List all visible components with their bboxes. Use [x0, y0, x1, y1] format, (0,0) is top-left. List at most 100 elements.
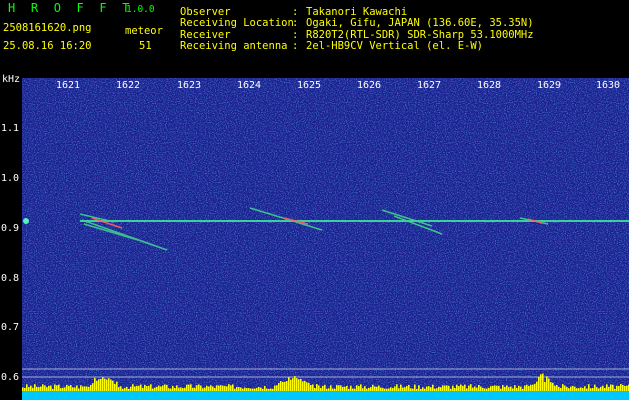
activity-bar	[536, 381, 538, 391]
activity-bar	[126, 386, 128, 391]
activity-bar	[140, 384, 142, 391]
field-value-location: Ogaki, Gifu, JAPAN (136.60E, 35.35N)	[306, 17, 534, 29]
x-tick-label: 1627	[416, 80, 442, 91]
activity-bar	[600, 386, 602, 391]
field-sep-antenna: :	[292, 40, 299, 52]
activity-bar	[70, 384, 72, 391]
activity-bar	[442, 385, 444, 391]
activity-bar	[46, 387, 48, 391]
activity-bar	[438, 386, 440, 391]
activity-bar	[488, 387, 490, 391]
activity-bar	[152, 388, 154, 391]
activity-bar	[298, 379, 300, 391]
activity-bar	[560, 387, 562, 391]
activity-bar	[474, 386, 476, 391]
activity-bar	[254, 388, 256, 391]
activity-bar	[384, 388, 386, 391]
activity-bar	[620, 384, 622, 391]
noise-floor-band	[22, 391, 629, 400]
activity-bar	[506, 385, 508, 391]
activity-bar	[412, 388, 414, 391]
activity-bar	[76, 385, 78, 391]
activity-bar	[468, 385, 470, 391]
header-panel: H R O F F T 1.0.0 2508161620.png meteor …	[0, 0, 629, 75]
activity-bar	[28, 387, 30, 391]
carrier-start-blob	[23, 218, 29, 224]
activity-bar	[392, 387, 394, 391]
activity-bar	[440, 387, 442, 391]
app-logo: H R O F F T	[8, 1, 134, 15]
activity-bar	[238, 387, 240, 391]
activity-bar	[464, 384, 466, 391]
activity-bar	[124, 388, 126, 391]
activity-bar	[154, 387, 156, 391]
activity-bar	[224, 385, 226, 391]
activity-bar	[346, 385, 348, 391]
activity-bar	[26, 384, 28, 391]
activity-bar	[356, 385, 358, 391]
activity-bar	[258, 386, 260, 391]
activity-bar	[350, 385, 352, 391]
activity-bar	[532, 384, 534, 391]
activity-bar	[44, 385, 46, 391]
activity-bar	[554, 385, 556, 391]
activity-bar	[590, 388, 592, 391]
activity-bar	[52, 388, 54, 391]
activity-bar	[178, 387, 180, 391]
activity-bar	[504, 386, 506, 391]
activity-bar	[280, 381, 282, 391]
activity-bar	[624, 385, 626, 391]
activity-bar	[524, 385, 526, 391]
activity-bar	[226, 386, 228, 391]
activity-bar	[322, 386, 324, 391]
y-tick-label: 1.1	[1, 123, 20, 134]
activity-bar	[550, 382, 552, 391]
activity-bar	[318, 385, 320, 391]
activity-bar	[106, 379, 108, 391]
activity-bar	[588, 384, 590, 391]
activity-bar	[48, 385, 50, 391]
activity-bar	[446, 385, 448, 391]
field-sep-location: :	[292, 17, 299, 29]
activity-bar	[102, 377, 104, 391]
activity-bar	[612, 384, 614, 391]
activity-bar	[94, 377, 96, 391]
activity-bar	[482, 387, 484, 391]
activity-bar	[494, 385, 496, 391]
activity-bar	[368, 387, 370, 391]
activity-bar	[528, 385, 530, 391]
activity-bar	[534, 383, 536, 391]
activity-bar	[556, 385, 558, 391]
activity-bar	[602, 385, 604, 391]
activity-bar	[32, 387, 34, 391]
activity-bar	[608, 386, 610, 391]
activity-bar	[84, 386, 86, 391]
activity-bar	[426, 386, 428, 391]
activity-bar	[500, 388, 502, 391]
y-tick-label: 0.8	[1, 273, 20, 284]
activity-bar	[72, 387, 74, 391]
activity-bar	[146, 386, 148, 391]
activity-bar	[330, 385, 332, 391]
activity-bar	[572, 385, 574, 391]
activity-bar	[68, 385, 70, 391]
activity-bar	[270, 388, 272, 391]
activity-bar	[134, 386, 136, 391]
activity-bar	[172, 385, 174, 391]
activity-bar	[592, 387, 594, 391]
activity-bar	[516, 387, 518, 391]
activity-bar	[302, 381, 304, 391]
activity-bar	[424, 388, 426, 391]
activity-bar	[408, 384, 410, 391]
activity-bar	[242, 388, 244, 391]
activity-bar	[96, 380, 98, 391]
y-tick-label: 0.6	[1, 372, 20, 383]
activity-bar	[214, 387, 216, 391]
activity-bar	[586, 388, 588, 391]
activity-bar	[512, 388, 514, 391]
activity-bar	[186, 384, 188, 391]
activity-bar	[230, 385, 232, 391]
activity-bar	[170, 388, 172, 391]
activity-bar	[568, 388, 570, 391]
activity-bar	[472, 387, 474, 391]
